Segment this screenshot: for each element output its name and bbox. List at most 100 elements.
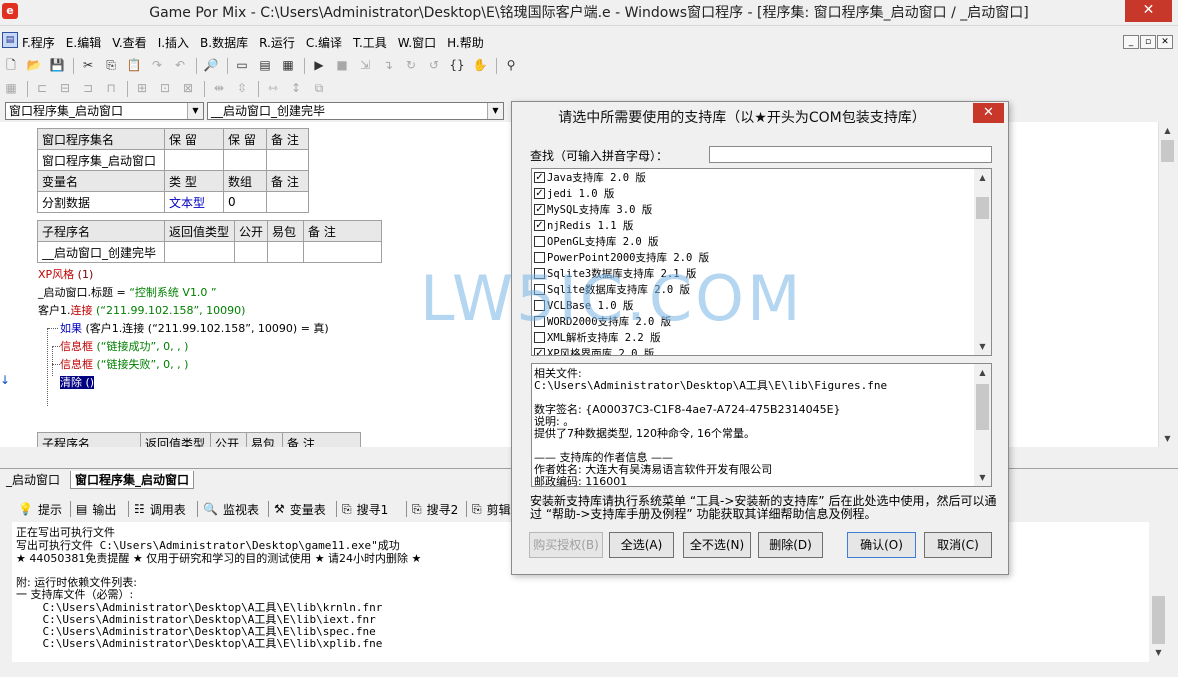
menu-view[interactable]: V.查看	[112, 34, 146, 51]
tab-start-window[interactable]: _启动窗口	[2, 471, 64, 489]
scroll-thumb[interactable]	[976, 384, 989, 430]
library-info-box[interactable]: 相关文件: C:\Users\Administrator\Desktop\A工具…	[531, 363, 992, 487]
assembly-name-cell[interactable]: 窗口程序集_启动窗口	[37, 149, 165, 171]
menu-edit[interactable]: E.编辑	[66, 34, 101, 51]
chevron-down-icon[interactable]: ▼	[187, 103, 203, 119]
window-close-button[interactable]: ✕	[1125, 0, 1172, 22]
table-cell[interactable]	[233, 241, 269, 263]
open-folder-icon[interactable]: 📂	[25, 57, 43, 74]
same-size-icon[interactable]: ⊠	[179, 80, 197, 97]
binoculars-icon[interactable]: ⚲	[502, 57, 520, 74]
scroll-down-icon[interactable]: ▼	[1159, 430, 1176, 447]
library-list[interactable]: ✓ Java支持库 2.0 版 ✓ jedi 1.0 版 ✓ MySQL支持库 3.0…	[531, 168, 992, 356]
scroll-up-icon[interactable]: ▲	[1159, 122, 1176, 139]
step-icon[interactable]: ⇲	[356, 57, 374, 74]
subroutine-name-cell[interactable]: __启动窗口_创建完毕	[37, 241, 165, 263]
subroutine-select[interactable]: __启动窗口_创建完毕 ▼	[207, 102, 504, 120]
select-none-button[interactable]: 全不选(N)	[683, 532, 751, 558]
code-line[interactable]: 信息框 (“链接成功”, 0, , )	[60, 338, 188, 354]
table-cell[interactable]	[164, 241, 235, 263]
table-cell[interactable]	[223, 149, 267, 171]
dialog-close-button[interactable]: ✕	[973, 103, 1004, 123]
cut-icon[interactable]: ✂	[79, 57, 97, 74]
library-scrollbar[interactable]: ▲ ▼	[974, 169, 991, 355]
table-cell[interactable]	[303, 241, 383, 263]
mdi-minimize-button[interactable]: _	[1123, 35, 1139, 49]
checkbox-checked-icon[interactable]: ✓	[534, 203, 545, 215]
hand-icon[interactable]: ✋	[471, 57, 489, 74]
scroll-down-icon[interactable]: ▼	[1150, 644, 1167, 661]
layout-1-icon[interactable]: ▭	[233, 57, 251, 74]
step-out-icon[interactable]: ↺	[425, 57, 443, 74]
center-h-icon[interactable]: ⇿	[264, 80, 282, 97]
table-cell[interactable]	[266, 149, 309, 171]
scroll-thumb[interactable]	[1152, 596, 1165, 644]
checkbox-checked-icon[interactable]: ✓	[534, 187, 545, 199]
delete-button[interactable]: 删除(D)	[758, 532, 823, 558]
align-left-icon[interactable]: ⊏	[33, 80, 51, 97]
undo-icon[interactable]: ↶	[171, 57, 189, 74]
code-line[interactable]: 信息框 (“链接失败”, 0, , )	[60, 356, 188, 372]
code-line-selected[interactable]: 清除 ()	[60, 374, 95, 390]
menu-program[interactable]: F.程序	[22, 34, 55, 51]
select-all-button[interactable]: 全选(A)	[609, 532, 674, 558]
document-icon[interactable]: ▤	[2, 32, 18, 48]
tab-watch-table[interactable]: 🔍 监视表	[203, 499, 259, 519]
copy-icon[interactable]: ⎘	[102, 57, 120, 74]
code-line[interactable]: 如果 (客户1.连接 (“211.99.102.158”, 10090) = 真…	[60, 320, 329, 336]
library-item[interactable]: OPenGL支持库 2.0 版	[534, 233, 659, 249]
code-line[interactable]: _启动窗口.标题 = “控制系统 V1.0 ”	[38, 284, 217, 300]
assembly-select[interactable]: 窗口程序集_启动窗口 ▼	[5, 102, 204, 120]
grid-icon[interactable]: ▦	[2, 80, 20, 97]
scroll-up-icon[interactable]: ▲	[974, 169, 991, 186]
table-cell[interactable]	[267, 241, 305, 263]
step-over-icon[interactable]: ↻	[402, 57, 420, 74]
library-item[interactable]: ✓ XP风格界面库 2.0 版	[534, 345, 654, 355]
menu-help[interactable]: H.帮助	[447, 34, 484, 51]
same-height-icon[interactable]: ⊡	[156, 80, 174, 97]
checkbox-unchecked-icon[interactable]	[534, 331, 545, 343]
tab-clipboard[interactable]: ⎘ 剪辑	[472, 499, 511, 519]
align-right-icon[interactable]: ⊐	[79, 80, 97, 97]
redo-icon[interactable]: ↷	[148, 57, 166, 74]
editor-scrollbar[interactable]: ▲ ▼	[1158, 122, 1175, 447]
paste-icon[interactable]: 📋	[125, 57, 143, 74]
find-icon[interactable]: 🔎	[202, 57, 220, 74]
layout-2-icon[interactable]: ▤	[256, 57, 274, 74]
scroll-down-icon[interactable]: ▼	[974, 338, 991, 355]
checkbox-unchecked-icon[interactable]	[534, 251, 545, 263]
library-item[interactable]: PowerPoint2000支持库 2.0 版	[534, 249, 709, 265]
mdi-close-button[interactable]: ✕	[1157, 35, 1173, 49]
center-v-icon[interactable]: ↕	[287, 80, 305, 97]
tab-search-2[interactable]: ⎘ 搜寻2	[412, 499, 458, 519]
library-item[interactable]: ✓ jedi 1.0 版	[534, 185, 614, 201]
checkbox-unchecked-icon[interactable]	[534, 299, 545, 311]
braces-icon[interactable]: {}	[448, 57, 466, 74]
scroll-down-icon[interactable]: ▼	[974, 469, 991, 486]
new-file-icon[interactable]: 🗋	[2, 57, 20, 74]
checkbox-unchecked-icon[interactable]	[534, 283, 545, 295]
same-width-icon[interactable]: ⊞	[133, 80, 151, 97]
hspace-icon[interactable]: ⇹	[210, 80, 228, 97]
align-top-icon[interactable]: ⊓	[102, 80, 120, 97]
variable-type-cell[interactable]: 文本型	[164, 191, 224, 213]
variable-array-cell[interactable]: 0	[223, 191, 267, 213]
code-line[interactable]: 客户1.连接 (“211.99.102.158”, 10090)	[38, 302, 245, 318]
checkbox-checked-icon[interactable]: ✓	[534, 219, 545, 231]
variable-name-cell[interactable]: 分割数据	[37, 191, 165, 213]
scroll-up-icon[interactable]: ▲	[974, 364, 991, 381]
scroll-thumb[interactable]	[1161, 140, 1174, 162]
scroll-thumb[interactable]	[976, 197, 989, 219]
library-item[interactable]: WORD2000支持库 2.0 版	[534, 313, 671, 329]
library-item[interactable]: Sqlite3数据库支持库 2.1 版	[534, 265, 696, 281]
tab-output[interactable]: ▤ 输出	[76, 499, 116, 519]
checkbox-checked-icon[interactable]: ✓	[534, 347, 545, 355]
run-icon[interactable]: ▶	[310, 57, 328, 74]
confirm-button[interactable]: 确认(O)	[847, 532, 916, 558]
checkbox-checked-icon[interactable]: ✓	[534, 171, 545, 183]
library-item[interactable]: ✓ MySQL支持库 3.0 版	[534, 201, 652, 217]
layout-3-icon[interactable]: ▦	[279, 57, 297, 74]
library-item[interactable]: XML解析支持库 2.2 版	[534, 329, 661, 345]
search-input[interactable]	[709, 146, 992, 163]
menu-insert[interactable]: I.插入	[158, 34, 189, 51]
